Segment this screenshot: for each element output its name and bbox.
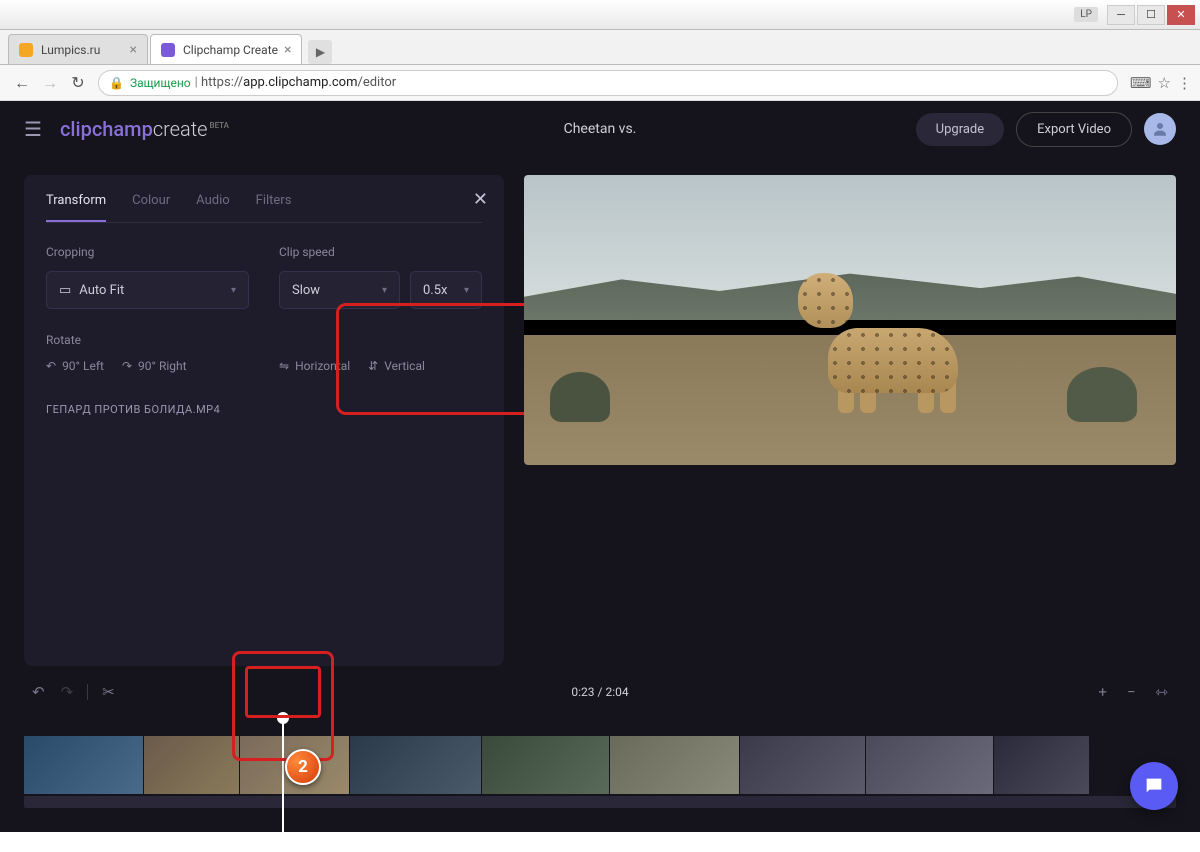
audio-track[interactable]	[24, 796, 1176, 808]
tab-close-icon[interactable]: ×	[284, 42, 291, 58]
avatar[interactable]	[1144, 113, 1176, 145]
timeline-clip[interactable]	[610, 736, 740, 794]
address-bar: ← → ↻ 🔒 Защищено | https://app.clipchamp…	[0, 65, 1200, 101]
flip-v-icon: ⇵	[368, 359, 378, 373]
new-tab-button[interactable]: ▶	[308, 40, 332, 64]
timeline-track[interactable]	[24, 736, 1176, 812]
bookmark-icon[interactable]: ☆	[1158, 74, 1171, 92]
app-header: ☰ clipchampcreateBETA Cheetan vs. Upgrad…	[0, 101, 1200, 157]
rotate-control: Rotate ↶90° Left ↷90° Right	[46, 333, 249, 373]
flip-vertical-button[interactable]: ⇵Vertical	[368, 359, 425, 373]
chevron-down-icon: ▾	[231, 285, 236, 296]
rotate-right-button[interactable]: ↷90° Right	[122, 359, 187, 373]
tab-filters[interactable]: Filters	[256, 193, 292, 222]
url-text: | https://app.clipchamp.com/editor	[195, 75, 397, 90]
tab-title: Clipchamp Create	[183, 43, 278, 57]
split-button[interactable]: ✂	[94, 679, 123, 705]
timeline-timecode: 0:23 / 2:04	[571, 685, 628, 699]
nav-reload-button[interactable]: ↻	[64, 69, 92, 97]
chat-icon	[1143, 775, 1165, 797]
timeline-clip[interactable]	[350, 736, 482, 794]
export-button[interactable]: Export Video	[1016, 112, 1132, 147]
timeline-toolbar: ↶ ↷ ✂ 0:23 / 2:04 + − ⇿	[24, 676, 1176, 708]
flip-h-icon: ⇋	[279, 359, 289, 373]
rotate-right-icon: ↷	[122, 359, 132, 373]
clip-speed-control: Clip speed Slow ▾ 0.5x ▾	[279, 245, 482, 309]
translate-icon[interactable]: ⌨	[1130, 74, 1152, 92]
clips-row	[24, 736, 1176, 794]
rotate-left-icon: ↶	[46, 359, 56, 373]
redo-button[interactable]: ↷	[53, 679, 82, 705]
annotation-marker-2: 2	[285, 749, 321, 785]
upgrade-button[interactable]: Upgrade	[916, 113, 1004, 146]
flip-control: ⇋Horizontal ⇵Vertical	[279, 333, 482, 373]
hamburger-icon[interactable]: ☰	[24, 117, 42, 141]
tab-title: Lumpics.ru	[41, 43, 124, 57]
nav-back-button[interactable]: ←	[8, 69, 36, 97]
panel-tabs: Transform Colour Audio Filters	[46, 193, 482, 223]
chat-button[interactable]	[1130, 762, 1178, 810]
timeline-clip[interactable]	[866, 736, 994, 794]
user-badge: LP	[1074, 7, 1098, 22]
nav-forward-button[interactable]: →	[36, 69, 64, 97]
timeline-clip[interactable]	[994, 736, 1090, 794]
zoom-out-button[interactable]: −	[1119, 679, 1144, 705]
window-titlebar: LP ─ ☐ ✕	[0, 0, 1200, 30]
flip-horizontal-button[interactable]: ⇋Horizontal	[279, 359, 350, 373]
clip-filename: ГЕПАРД ПРОТИВ БОЛИДА.MP4	[46, 397, 482, 416]
undo-button[interactable]: ↶	[24, 679, 53, 705]
fit-button[interactable]: ⇿	[1147, 679, 1176, 705]
logo: clipchampcreateBETA	[60, 117, 229, 141]
timeline-clip[interactable]	[144, 736, 240, 794]
window-maximize-button[interactable]: ☐	[1137, 5, 1165, 25]
lock-icon: 🔒	[109, 76, 124, 90]
timeline-clip[interactable]	[24, 736, 144, 794]
speed-mode-dropdown[interactable]: Slow ▾	[279, 271, 400, 309]
chevron-down-icon: ▾	[382, 285, 387, 296]
window-minimize-button[interactable]: ─	[1107, 5, 1135, 25]
speed-label: Clip speed	[279, 245, 482, 259]
browser-tab[interactable]: Lumpics.ru ×	[8, 34, 148, 64]
timeline-clip[interactable]	[740, 736, 866, 794]
tab-transform[interactable]: Transform	[46, 193, 106, 222]
browser-tab-active[interactable]: Clipchamp Create ×	[150, 34, 302, 64]
tab-colour[interactable]: Colour	[132, 193, 170, 222]
cropping-control: Cropping ▭ Auto Fit ▾	[46, 245, 249, 309]
close-icon[interactable]: ✕	[473, 189, 488, 210]
menu-icon[interactable]: ⋮	[1177, 74, 1192, 92]
favicon-icon	[19, 43, 33, 57]
preview-frame	[524, 175, 1176, 465]
zoom-in-button[interactable]: +	[1090, 679, 1115, 705]
favicon-icon	[161, 43, 175, 57]
video-preview[interactable]	[524, 175, 1176, 465]
secure-label: Защищено	[130, 76, 191, 90]
app-root: ☰ clipchampcreateBETA Cheetan vs. Upgrad…	[0, 101, 1200, 832]
timeline-area: ↶ ↷ ✂ 0:23 / 2:04 + − ⇿	[0, 666, 1200, 832]
properties-panel: ✕ Transform Colour Audio Filters Croppin…	[24, 175, 504, 666]
speed-value-dropdown[interactable]: 0.5x ▾	[410, 271, 482, 309]
crop-icon: ▭	[59, 283, 71, 298]
timeline-clip[interactable]	[482, 736, 610, 794]
rotate-label: Rotate	[46, 333, 249, 347]
browser-tab-strip: Lumpics.ru × Clipchamp Create × ▶	[0, 30, 1200, 65]
tab-audio[interactable]: Audio	[196, 193, 229, 222]
tab-close-icon[interactable]: ×	[130, 42, 137, 58]
project-title[interactable]: Cheetan vs.	[564, 121, 637, 137]
window-close-button[interactable]: ✕	[1167, 5, 1195, 25]
rotate-left-button[interactable]: ↶90° Left	[46, 359, 104, 373]
cropping-dropdown[interactable]: ▭ Auto Fit ▾	[46, 271, 249, 309]
url-input[interactable]: 🔒 Защищено | https://app.clipchamp.com/e…	[98, 70, 1118, 96]
chevron-down-icon: ▾	[464, 285, 469, 296]
cropping-label: Cropping	[46, 245, 249, 259]
workspace: ✕ Transform Colour Audio Filters Croppin…	[0, 157, 1200, 666]
